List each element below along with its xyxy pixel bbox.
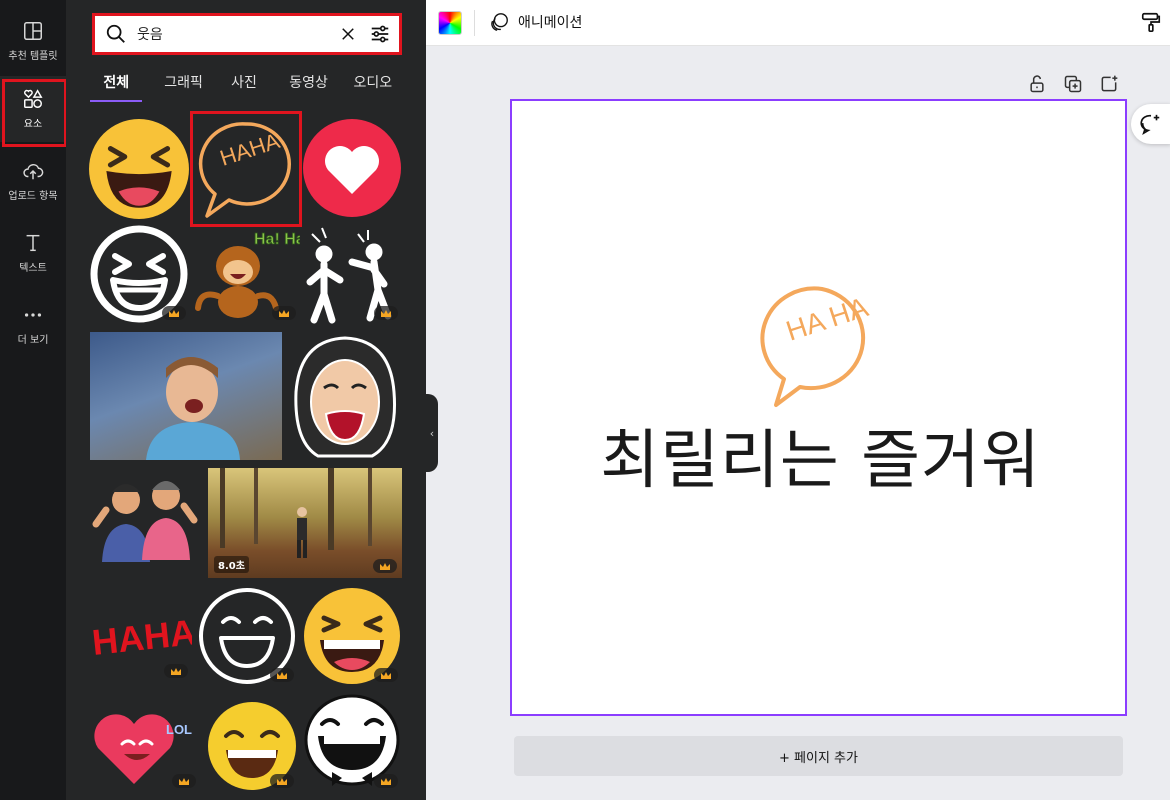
forest-video-thumb[interactable]: 8.0초 xyxy=(208,468,402,578)
search-bar xyxy=(92,13,402,55)
premium-crown-icon xyxy=(374,774,398,788)
add-comment-button[interactable] xyxy=(1131,104,1170,144)
tears-emoji-thumb[interactable] xyxy=(206,700,298,790)
canvas-text-box[interactable]: 최릴리는 즐거워 xyxy=(512,409,1129,501)
rail-item-label: 업로드 항목 xyxy=(8,191,58,202)
rail-item-label: 추천 템플릿 xyxy=(8,51,58,62)
rail-item-text[interactable]: 텍스트 xyxy=(0,220,66,286)
more-dots-icon xyxy=(24,313,42,317)
duplicate-page-icon[interactable] xyxy=(1063,74,1083,94)
tab-all[interactable]: 전체 xyxy=(90,68,143,102)
haha-text: HAHA xyxy=(217,128,283,171)
lol-text: LOL xyxy=(166,722,192,737)
add-page-button[interactable]: + 페이지 추가 xyxy=(514,736,1123,776)
premium-crown-icon xyxy=(172,774,196,788)
monkey-laugh-thumb[interactable]: Ha! Ha! xyxy=(192,224,300,324)
search-input[interactable] xyxy=(137,26,339,42)
canvas-haha-text: HA HA xyxy=(782,291,872,347)
rail-item-more[interactable]: 더 보기 xyxy=(0,292,66,358)
rail-item-label: 요소 xyxy=(23,119,43,130)
unlock-icon[interactable] xyxy=(1027,74,1047,94)
result-tabs: 전체 그래픽 사진 동영상 오디오 xyxy=(90,68,402,104)
laughing-emoji-thumb[interactable] xyxy=(88,118,190,220)
bowtie-laugh-thumb[interactable] xyxy=(302,694,402,790)
toolbar-divider xyxy=(474,10,475,36)
premium-crown-icon xyxy=(272,306,296,320)
outline-smile-thumb[interactable] xyxy=(196,586,298,686)
haha-bubble-graphic[interactable]: HA HA xyxy=(756,283,886,413)
premium-crown-icon xyxy=(270,668,294,682)
stick-figures-thumb[interactable] xyxy=(302,224,402,324)
tab-graphics[interactable]: 그래픽 xyxy=(150,68,216,102)
video-duration: 8.0초 xyxy=(214,556,249,573)
rail-item-label: 더 보기 xyxy=(17,335,49,346)
premium-crown-icon xyxy=(162,306,186,320)
tab-photos[interactable]: 사진 xyxy=(223,68,266,102)
rail-item-label: 텍스트 xyxy=(19,263,47,274)
editor-toolbar: 애니메이션 xyxy=(426,0,1170,46)
heart-lol-sticker-thumb[interactable]: LOL xyxy=(88,700,200,790)
grin-emoji-thumb[interactable] xyxy=(302,586,402,686)
animate-button[interactable]: 애니메이션 xyxy=(488,8,582,36)
close-icon[interactable] xyxy=(339,25,357,43)
premium-crown-icon xyxy=(164,664,188,678)
premium-crown-icon xyxy=(373,559,397,573)
tab-audio[interactable]: 오디오 xyxy=(344,68,402,102)
comment-plus-icon xyxy=(1140,114,1160,135)
elements-icon xyxy=(24,89,43,108)
design-canvas[interactable]: HA HA 최릴리는 즐거워 xyxy=(510,99,1127,716)
haha-bubble-thumb[interactable]: HAHA xyxy=(190,111,302,227)
premium-crown-icon xyxy=(270,774,294,788)
rail-item-elements[interactable]: 요소 xyxy=(0,76,67,147)
paint-roller-icon[interactable] xyxy=(1140,10,1162,34)
search-icon xyxy=(106,24,125,43)
laughing-woman-sticker-thumb[interactable] xyxy=(288,332,402,460)
tab-videos[interactable]: 동영상 xyxy=(279,68,337,102)
premium-crown-icon xyxy=(374,306,398,320)
chevron-left-icon: ‹ xyxy=(429,426,435,440)
laughing-couple-thumb[interactable] xyxy=(90,470,202,570)
monkey-ha-text: Ha! Ha! xyxy=(254,231,300,248)
outline-laugh-thumb[interactable] xyxy=(88,224,190,324)
nav-rail: 추천 템플릿 요소 업로드 항목 텍스트 더 보기 xyxy=(0,0,67,800)
animate-label: 애니메이션 xyxy=(518,15,583,31)
laughing-boy-photo-thumb[interactable] xyxy=(90,332,282,460)
haha-red-text: HAHA xyxy=(90,611,192,663)
template-icon xyxy=(24,22,42,40)
rail-item-uploads[interactable]: 업로드 항목 xyxy=(0,148,66,214)
add-page-icon[interactable] xyxy=(1099,74,1119,94)
rail-item-templates[interactable]: 추천 템플릿 xyxy=(0,8,66,74)
elements-panel: 전체 그래픽 사진 동영상 오디오 HAHA xyxy=(66,0,426,800)
heart-circle-thumb[interactable] xyxy=(302,118,402,218)
filter-sliders-icon[interactable] xyxy=(369,23,391,45)
color-picker-button[interactable] xyxy=(438,11,462,35)
animation-icon xyxy=(491,13,508,31)
premium-crown-icon xyxy=(374,668,398,682)
haha-red-text-thumb[interactable]: HAHA xyxy=(88,588,192,682)
collapse-panel-button[interactable]: ‹ xyxy=(426,394,438,472)
upload-cloud-icon xyxy=(23,163,44,180)
text-icon xyxy=(26,234,40,252)
